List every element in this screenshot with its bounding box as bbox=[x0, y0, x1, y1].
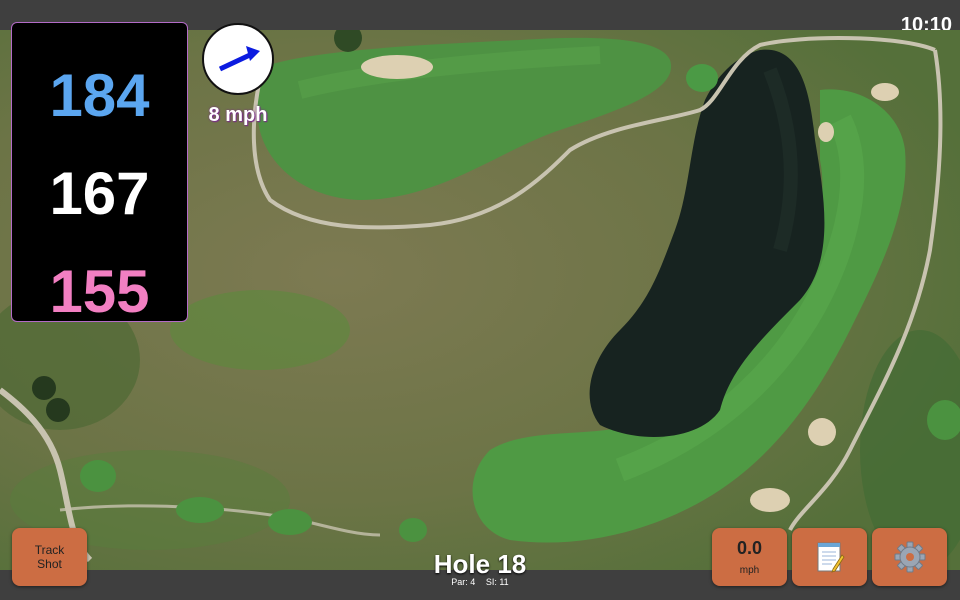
track-shot-button[interactable]: Track Shot bbox=[12, 528, 87, 586]
distance-back: 184 bbox=[49, 62, 150, 129]
tee-box bbox=[268, 509, 312, 535]
wind-dial[interactable] bbox=[202, 23, 274, 95]
tee-box bbox=[176, 497, 224, 523]
hole-info: Par: 4 SI: 11 bbox=[380, 577, 580, 587]
track-shot-label-line1: Track bbox=[34, 543, 65, 557]
speed-button[interactable]: 0.0 mph bbox=[712, 528, 787, 586]
distance-middle: 167 bbox=[49, 160, 150, 227]
notepad-icon bbox=[817, 542, 845, 573]
hole-par: Par: 4 bbox=[451, 577, 476, 587]
tee-box bbox=[399, 518, 427, 542]
gear-icon bbox=[894, 541, 925, 573]
speed-unit: mph bbox=[739, 565, 760, 576]
distance-panel: 184 167 155 bbox=[11, 22, 188, 325]
bunker bbox=[818, 122, 834, 142]
tee-box bbox=[686, 64, 718, 92]
bunker bbox=[750, 488, 790, 512]
notes-button[interactable] bbox=[792, 528, 867, 586]
settings-button[interactable] bbox=[872, 528, 947, 586]
hole-title: Hole 18 bbox=[433, 549, 527, 579]
bunker bbox=[871, 83, 899, 101]
bunker bbox=[361, 55, 433, 79]
tee-box bbox=[80, 460, 116, 492]
hole-stroke-index: SI: 11 bbox=[485, 577, 509, 587]
track-shot-label-line2: Shot bbox=[37, 557, 62, 571]
distance-front: 155 bbox=[49, 258, 150, 325]
speed-value: 0.0 bbox=[736, 538, 763, 558]
bunker bbox=[808, 418, 836, 446]
wind-speed: 8 mph bbox=[208, 104, 268, 126]
wind-direction-arrow-icon bbox=[218, 46, 260, 72]
